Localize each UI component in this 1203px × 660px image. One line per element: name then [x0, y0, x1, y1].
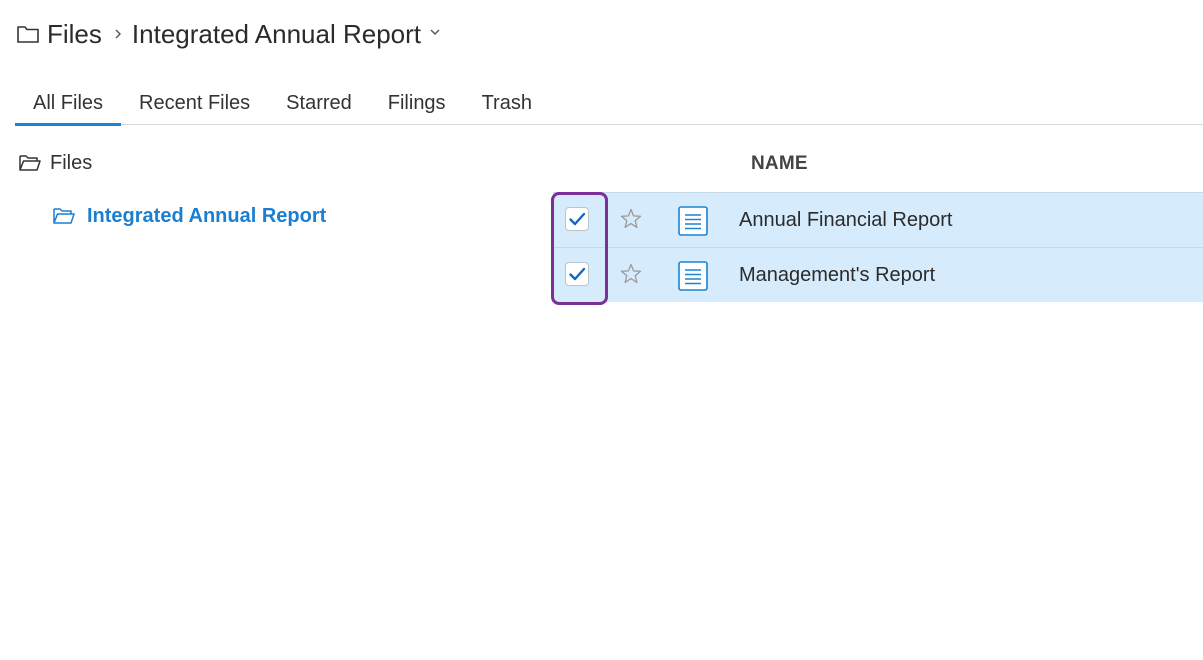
star-icon[interactable] [619, 262, 643, 286]
tab-filings[interactable]: Filings [370, 82, 464, 125]
tab-bar: All Files Recent Files Starred Filings T… [15, 82, 1203, 126]
tab-all-files[interactable]: All Files [15, 82, 122, 126]
folder-open-icon [18, 153, 42, 173]
tab-recent-files[interactable]: Recent Files [121, 82, 268, 125]
file-name[interactable]: Annual Financial Report [739, 193, 952, 248]
folder-icon [16, 23, 40, 45]
checkmark-icon [569, 212, 586, 226]
document-icon [677, 205, 709, 237]
table-row[interactable]: Annual Financial Report [553, 192, 1203, 247]
folder-open-icon [52, 206, 76, 226]
tab-starred[interactable]: Starred [268, 82, 370, 125]
chevron-right-icon [112, 28, 124, 40]
file-name[interactable]: Management's Report [739, 248, 935, 303]
checkmark-icon [569, 267, 586, 281]
document-icon [677, 260, 709, 292]
breadcrumb-root[interactable]: Files [47, 19, 102, 50]
row-checkbox[interactable] [565, 262, 589, 286]
file-list: Annual Financial Report Management's Rep… [553, 192, 1203, 302]
tree-root-files[interactable]: Files [18, 148, 92, 178]
tree-root-label: Files [50, 151, 93, 174]
chevron-down-icon[interactable] [429, 26, 441, 38]
tab-trash[interactable]: Trash [464, 82, 550, 125]
star-icon[interactable] [619, 207, 643, 231]
breadcrumb-current[interactable]: Integrated Annual Report [132, 19, 421, 50]
column-header-name[interactable]: NAME [751, 150, 808, 178]
tree-item-integrated-annual-report[interactable]: Integrated Annual Report [52, 201, 326, 231]
tree-item-label: Integrated Annual Report [87, 204, 327, 227]
row-checkbox[interactable] [565, 207, 589, 231]
table-row[interactable]: Management's Report [553, 247, 1203, 302]
breadcrumb: Files Integrated Annual Report [16, 14, 441, 54]
